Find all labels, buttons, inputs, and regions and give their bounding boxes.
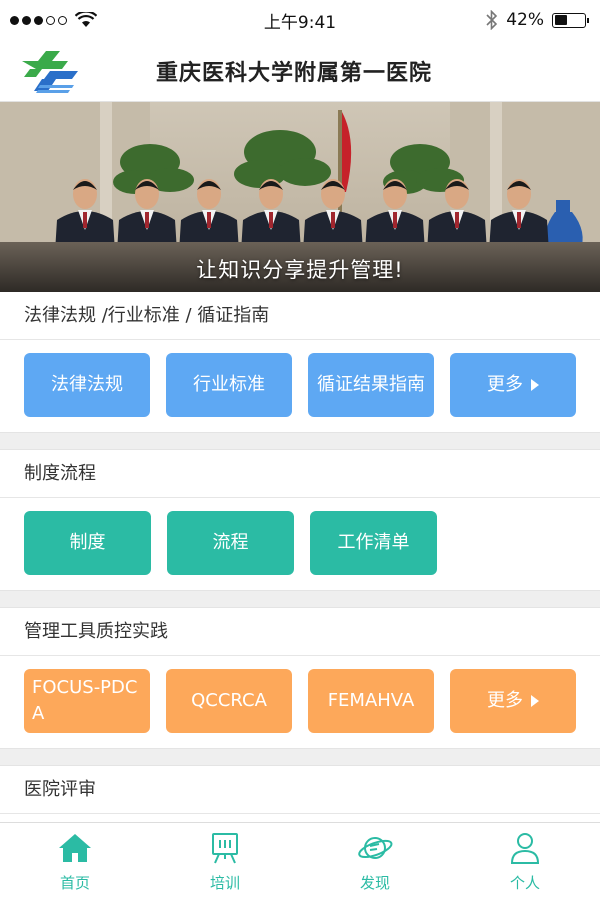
tab-label: 培训 [209,874,240,892]
section-title: 法律法规 /行业标准 / 循证指南 [0,292,600,340]
section-management-tools: 管理工具质控实践 FOCUS-PDCA QCCRCA FEMAHVA 更多 [0,608,600,748]
more-button[interactable]: 更多 [450,669,576,733]
battery-percent: 42% [506,10,544,30]
industry-standards-button[interactable]: 行业标准 [166,353,292,417]
focus-pdca-button[interactable]: FOCUS-PDCA [24,669,150,733]
hospital-logo [22,50,78,93]
tab-label: 发现 [359,874,390,892]
tab-training[interactable]: 培训 [150,823,300,900]
main-content[interactable]: 法律法规 /行业标准 / 循证指南 法律法规 行业标准 循证结果指南 更多 制度… [0,292,600,822]
home-icon [59,834,91,862]
section-title: 医院评审 [0,766,600,814]
banner-carousel[interactable]: 让知识分享提升管理! [0,102,600,292]
person-icon [510,833,540,864]
section-divider [0,432,600,450]
chevron-right-icon [531,379,539,391]
battery-icon [552,12,589,28]
laws-regulations-button[interactable]: 法律法规 [24,353,150,417]
app-header: 重庆医科大学附属第一医院 [0,40,600,102]
tab-home[interactable]: 首页 [0,823,150,900]
process-button[interactable]: 流程 [167,511,294,575]
qccrca-button[interactable]: QCCRCA [166,669,292,733]
bottom-tab-bar: 首页 培训 发现 个人 [0,822,600,900]
system-button[interactable]: 制度 [24,511,151,575]
signal-strength-icon [10,15,67,25]
bluetooth-icon [486,10,498,30]
training-board-icon [212,833,238,864]
status-bar: 上午9:41 42% [0,0,600,40]
planet-icon [358,837,393,859]
section-laws-standards: 法律法规 /行业标准 / 循证指南 法律法规 行业标准 循证结果指南 更多 [0,292,600,432]
tab-profile[interactable]: 个人 [450,823,600,900]
tab-discover[interactable]: 发现 [300,823,450,900]
evidence-guidelines-button[interactable]: 循证结果指南 [308,353,434,417]
section-title: 管理工具质控实践 [0,608,600,656]
tab-label: 首页 [59,874,90,892]
femahva-button[interactable]: FEMAHVA [308,669,434,733]
more-button[interactable]: 更多 [450,353,576,417]
chevron-right-icon [531,695,539,707]
tab-label: 个人 [509,874,540,892]
section-system-process: 制度流程 制度 流程 工作清单 [0,450,600,590]
section-divider [0,748,600,766]
wifi-icon [75,12,97,27]
section-hospital-review: 医院评审 [0,766,600,822]
hospital-name: 重庆医科大学附属第一医院 [156,60,433,86]
section-divider [0,590,600,608]
work-checklist-button[interactable]: 工作清单 [310,511,437,575]
banner-caption: 让知识分享提升管理! [196,258,404,282]
section-title: 制度流程 [0,450,600,498]
